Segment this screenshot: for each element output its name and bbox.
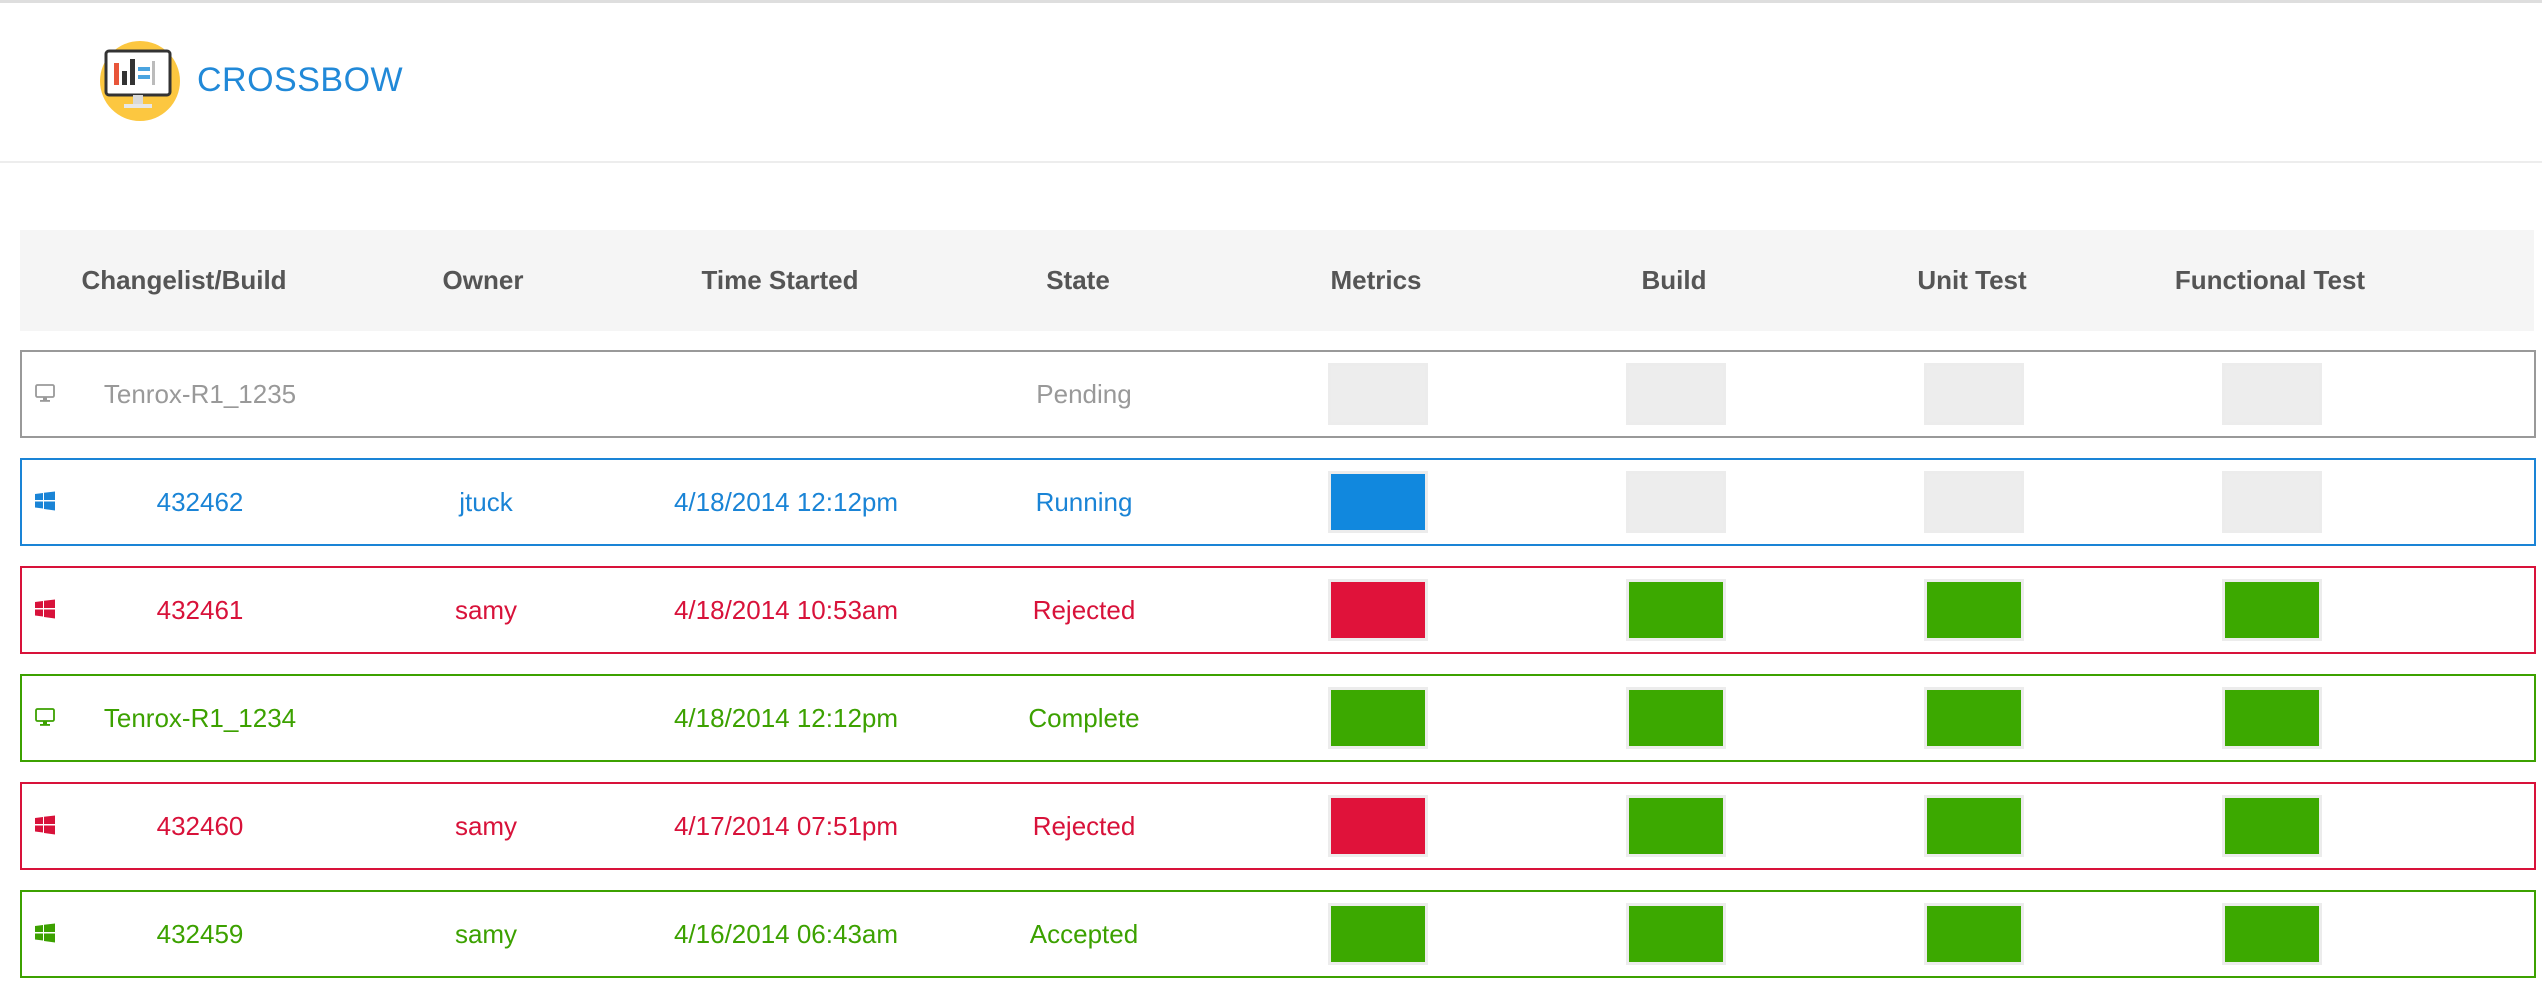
unit-test-status-box[interactable] [1924, 471, 2024, 533]
build-row[interactable]: 432459 samy 4/16/2014 06:43am Accepted [20, 890, 2536, 978]
column-header-build[interactable]: Build [1642, 230, 1707, 331]
time-started-cell: 4/18/2014 12:12pm [673, 487, 899, 517]
build-row[interactable]: 432460 samy 4/17/2014 07:51pm Rejected [20, 782, 2536, 870]
changelist-cell[interactable]: 432460 [157, 784, 244, 868]
metrics-status-box[interactable] [1328, 363, 1428, 425]
changelist-cell[interactable]: 432462 [157, 460, 244, 544]
metrics-status-box[interactable] [1328, 687, 1428, 749]
unit-test-status-box[interactable] [1924, 579, 2024, 641]
unit-test-status-box[interactable] [1924, 903, 2024, 965]
changelist-cell[interactable]: Tenrox-R1_1234 [104, 676, 296, 760]
windows-icon [34, 490, 56, 512]
functional-test-status-box[interactable] [2222, 471, 2322, 533]
owner-cell: jtuck [459, 487, 513, 517]
build-status-box[interactable] [1626, 363, 1726, 425]
windows-icon [34, 598, 56, 620]
state-cell: Complete [1028, 703, 1140, 733]
column-header-state[interactable]: State [1046, 230, 1110, 331]
build-status-box[interactable] [1626, 579, 1726, 641]
functional-test-status-box[interactable] [2222, 795, 2322, 857]
metrics-status-box[interactable] [1328, 471, 1428, 533]
metrics-status-box[interactable] [1328, 579, 1428, 641]
column-header-unit-test[interactable]: Unit Test [1917, 230, 2026, 331]
metrics-status-box[interactable] [1328, 903, 1428, 965]
functional-test-status-box[interactable] [2222, 363, 2322, 425]
logo-icon[interactable] [100, 41, 180, 121]
column-header-time-started[interactable]: Time Started [701, 230, 858, 331]
metrics-status-box[interactable] [1328, 795, 1428, 857]
time-started-cell: 4/16/2014 06:43am [673, 919, 899, 949]
column-header-functional-test[interactable]: Functional Test [2175, 230, 2365, 331]
build-status-box[interactable] [1626, 471, 1726, 533]
state-cell: Rejected [1032, 595, 1136, 625]
build-row[interactable]: 432462 jtuck 4/18/2014 12:12pm Running [20, 458, 2536, 546]
owner-cell: samy [454, 919, 518, 949]
changelist-cell[interactable]: 432461 [157, 568, 244, 652]
time-started-cell: 4/18/2014 10:53am [673, 595, 899, 625]
time-started-cell: 4/17/2014 07:51pm [673, 811, 899, 841]
state-cell: Pending [1036, 379, 1132, 409]
owner-cell: samy [454, 595, 518, 625]
changelist-cell[interactable]: Tenrox-R1_1235 [104, 352, 296, 436]
table-header: Changelist/Build Owner Time Started Stat… [20, 230, 2534, 331]
build-row[interactable]: Tenrox-R1_1235 Pending [20, 350, 2536, 438]
monitor-icon [34, 706, 56, 728]
functional-test-status-box[interactable] [2222, 903, 2322, 965]
build-row[interactable]: 432461 samy 4/18/2014 10:53am Rejected [20, 566, 2536, 654]
column-header-metrics[interactable]: Metrics [1330, 230, 1421, 331]
state-cell: Accepted [1029, 919, 1139, 949]
unit-test-status-box[interactable] [1924, 795, 2024, 857]
state-cell: Rejected [1032, 811, 1136, 841]
unit-test-status-box[interactable] [1924, 363, 2024, 425]
windows-icon [34, 922, 56, 944]
build-row[interactable]: Tenrox-R1_1234 4/18/2014 12:12pm Complete [20, 674, 2536, 762]
state-cell: Running [1035, 487, 1133, 517]
monitor-icon [34, 382, 56, 404]
column-header-changelist[interactable]: Changelist/Build [81, 230, 286, 331]
build-status-box[interactable] [1626, 903, 1726, 965]
windows-icon [34, 814, 56, 836]
functional-test-status-box[interactable] [2222, 687, 2322, 749]
unit-test-status-box[interactable] [1924, 687, 2024, 749]
app-header: CROSSBOW [0, 3, 2542, 163]
changelist-cell[interactable]: 432459 [157, 892, 244, 976]
functional-test-status-box[interactable] [2222, 579, 2322, 641]
build-status-box[interactable] [1626, 795, 1726, 857]
owner-cell: samy [454, 811, 518, 841]
build-status-box[interactable] [1626, 687, 1726, 749]
column-header-owner[interactable]: Owner [443, 230, 524, 331]
time-started-cell: 4/18/2014 12:12pm [673, 703, 899, 733]
app-title[interactable]: CROSSBOW [197, 61, 403, 100]
